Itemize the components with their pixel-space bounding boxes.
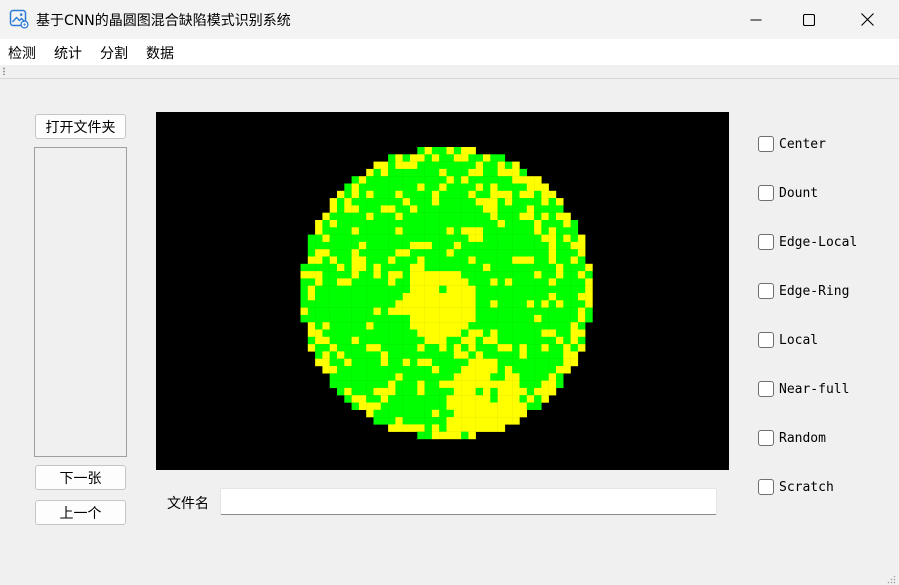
checkbox-box[interactable] [758, 185, 774, 201]
checkbox-local[interactable]: Local [758, 332, 818, 348]
checkbox-label: Scratch [779, 479, 834, 495]
checkbox-scratch[interactable]: Scratch [758, 479, 834, 495]
menu-statistics[interactable]: 统计 [54, 43, 82, 63]
checkbox-label: Edge-Ring [779, 283, 850, 299]
checkbox-edge-ring[interactable]: Edge-Ring [758, 283, 849, 299]
checkbox-dount[interactable]: Dount [758, 185, 818, 201]
close-icon [860, 13, 874, 26]
main-window: 基于CNN的晶圆图混合缺陷模式识别系统 检测 统计 分割 数据 打开文件夹 下一… [0, 0, 899, 585]
menu-detect[interactable]: 检测 [8, 43, 36, 63]
maximize-button[interactable] [780, 0, 838, 39]
next-image-button[interactable]: 下一张 [35, 465, 126, 490]
filename-input[interactable] [220, 488, 717, 515]
checkbox-box[interactable] [758, 234, 774, 250]
filename-label: 文件名 [167, 496, 209, 512]
toolbar [0, 65, 899, 79]
checkbox-random[interactable]: Random [758, 430, 826, 446]
checkbox-label: Local [779, 332, 819, 348]
checkbox-label: Center [779, 136, 826, 152]
maximize-icon [803, 13, 815, 26]
close-button[interactable] [838, 0, 896, 39]
wafer-map-display [156, 112, 729, 470]
menu-bar: 检测 统计 分割 数据 [0, 39, 899, 65]
checkbox-box[interactable] [758, 332, 774, 348]
checkbox-edge-local[interactable]: Edge-Local [758, 234, 857, 250]
open-folder-button[interactable]: 打开文件夹 [35, 114, 126, 139]
resize-grip-icon[interactable] [886, 572, 896, 584]
checkbox-label: Near-full [779, 381, 850, 397]
checkbox-label: Edge-Local [779, 234, 858, 250]
previous-image-button[interactable]: 上一个 [35, 500, 126, 525]
checkbox-box[interactable] [758, 136, 774, 152]
menu-data[interactable]: 数据 [146, 43, 174, 63]
checkbox-center[interactable]: Center [758, 136, 826, 152]
minimize-button[interactable] [727, 0, 785, 39]
checkbox-box[interactable] [758, 283, 774, 299]
title-bar[interactable]: 基于CNN的晶圆图混合缺陷模式识别系统 [0, 0, 899, 39]
image-settings-icon [9, 9, 29, 29]
menu-segment[interactable]: 分割 [100, 43, 128, 63]
minimize-icon [750, 14, 762, 26]
checkbox-near-full[interactable]: Near-full [758, 381, 849, 397]
window-title: 基于CNN的晶圆图混合缺陷模式识别系统 [36, 13, 291, 29]
toolbar-grip-icon[interactable] [3, 67, 5, 75]
file-list[interactable] [34, 147, 127, 457]
checkbox-box[interactable] [758, 479, 774, 495]
checkbox-label: Dount [779, 185, 819, 201]
checkbox-label: Random [779, 430, 826, 446]
checkbox-box[interactable] [758, 430, 774, 446]
wafer-map-image [300, 147, 593, 440]
checkbox-box[interactable] [758, 381, 774, 397]
